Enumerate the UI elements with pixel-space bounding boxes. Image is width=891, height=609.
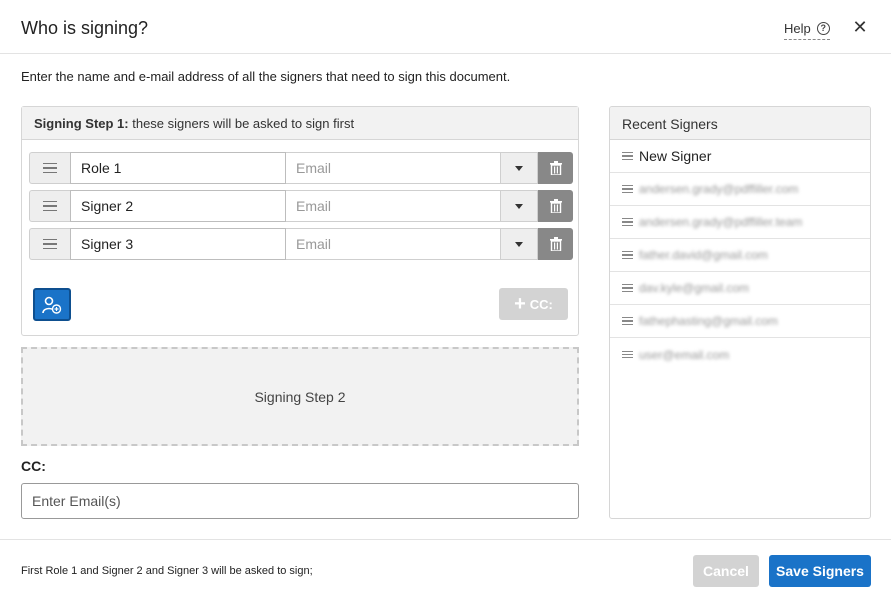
dialog-title: Who is signing? (21, 18, 149, 38)
step-1-heading-rest: these signers will be asked to sign firs… (128, 116, 355, 131)
drag-handle-icon (622, 251, 633, 259)
signer-name-input[interactable]: Signer 2 (70, 190, 286, 222)
signer-name-input[interactable]: Role 1 (70, 152, 286, 184)
drag-handle-icon (622, 185, 633, 193)
add-signer-button[interactable] (33, 288, 71, 321)
help-label: Help (784, 21, 811, 36)
signer-email-input[interactable]: Email (286, 152, 501, 184)
add-cc-button[interactable]: + CC: (499, 288, 568, 320)
recent-signer-label: dav.kyle@gmail.com (639, 281, 749, 295)
recent-signer-label: andersen.grady@pdffiller.team (639, 215, 803, 229)
cancel-button[interactable]: Cancel (693, 555, 759, 587)
drag-handle-icon (622, 152, 633, 160)
drag-handle-icon (622, 218, 633, 226)
signer-name-input[interactable]: Signer 3 (70, 228, 286, 260)
signer-row: Role 1 Email (29, 152, 573, 184)
trash-icon (549, 199, 562, 213)
trash-icon (549, 161, 562, 175)
help-link[interactable]: Help ? (784, 21, 830, 40)
chevron-down-icon (515, 241, 523, 247)
recent-signer-label: father.david@gmail.com (639, 248, 768, 262)
signing-order-summary: First Role 1 and Signer 2 and Signer 3 w… (21, 565, 313, 577)
question-circle-icon: ? (816, 22, 830, 35)
recent-signers-panel: Recent Signers New Signer andersen.grady… (609, 106, 871, 519)
recent-signer-item[interactable]: New Signer (610, 140, 870, 173)
recent-signer-label: New Signer (639, 148, 712, 164)
recent-signer-item[interactable]: father.david@gmail.com (610, 239, 870, 272)
signer-email-input[interactable]: Email (286, 228, 501, 260)
plus-icon: + (514, 293, 526, 315)
recent-signer-item[interactable]: dav.kyle@gmail.com (610, 272, 870, 305)
signer-row: Signer 3 Email (29, 228, 573, 260)
recent-signer-item[interactable]: fathephasting@gmail.com (610, 305, 870, 338)
drag-handle-icon (622, 317, 633, 325)
cc-label: CC: (21, 458, 46, 474)
signing-step-2-dropzone[interactable]: Signing Step 2 (21, 347, 579, 446)
signing-step-1-heading: Signing Step 1: these signers will be as… (22, 107, 578, 140)
delete-signer-button[interactable] (538, 228, 573, 260)
drag-handle-icon[interactable] (29, 152, 70, 184)
signer-row: Signer 2 Email (29, 190, 573, 222)
step-1-heading-bold: Signing Step 1: (34, 116, 129, 131)
recent-signer-label: user@email.com (639, 347, 730, 362)
signer-email-input[interactable]: Email (286, 190, 501, 222)
trash-icon (549, 237, 562, 251)
recent-signers-heading: Recent Signers (610, 107, 870, 140)
signer-dropdown-button[interactable] (501, 152, 538, 184)
footer-divider (0, 539, 891, 540)
signing-step-1-panel: Signing Step 1: these signers will be as… (21, 106, 579, 336)
signer-dropdown-button[interactable] (501, 228, 538, 260)
drag-handle-icon[interactable] (29, 190, 70, 222)
recent-signer-label: andersen.grady@pdffiller.com (639, 182, 799, 196)
signer-dropdown-button[interactable] (501, 190, 538, 222)
recent-signer-item[interactable]: andersen.grady@pdffiller.team (610, 206, 870, 239)
recent-signer-item[interactable]: andersen.grady@pdffiller.com (610, 173, 870, 206)
instructions-text: Enter the name and e-mail address of all… (21, 69, 511, 84)
drag-handle-icon (622, 284, 633, 292)
save-signers-button[interactable]: Save Signers (769, 555, 871, 587)
recent-signer-item[interactable]: user@email.com (610, 338, 870, 371)
delete-signer-button[interactable] (538, 152, 573, 184)
drag-handle-icon (622, 350, 633, 359)
close-icon[interactable]: ✕ (851, 18, 869, 36)
dialog-header: Who is signing? Help ? ✕ (0, 0, 891, 54)
chevron-down-icon (515, 203, 523, 209)
chevron-down-icon (515, 165, 523, 171)
add-cc-label: CC: (529, 296, 553, 312)
add-user-icon (42, 296, 62, 314)
drag-handle-icon[interactable] (29, 228, 70, 260)
delete-signer-button[interactable] (538, 190, 573, 222)
cc-email-input[interactable] (21, 483, 579, 519)
signing-step-2-label: Signing Step 2 (254, 388, 346, 405)
recent-signer-label: fathephasting@gmail.com (639, 314, 778, 328)
